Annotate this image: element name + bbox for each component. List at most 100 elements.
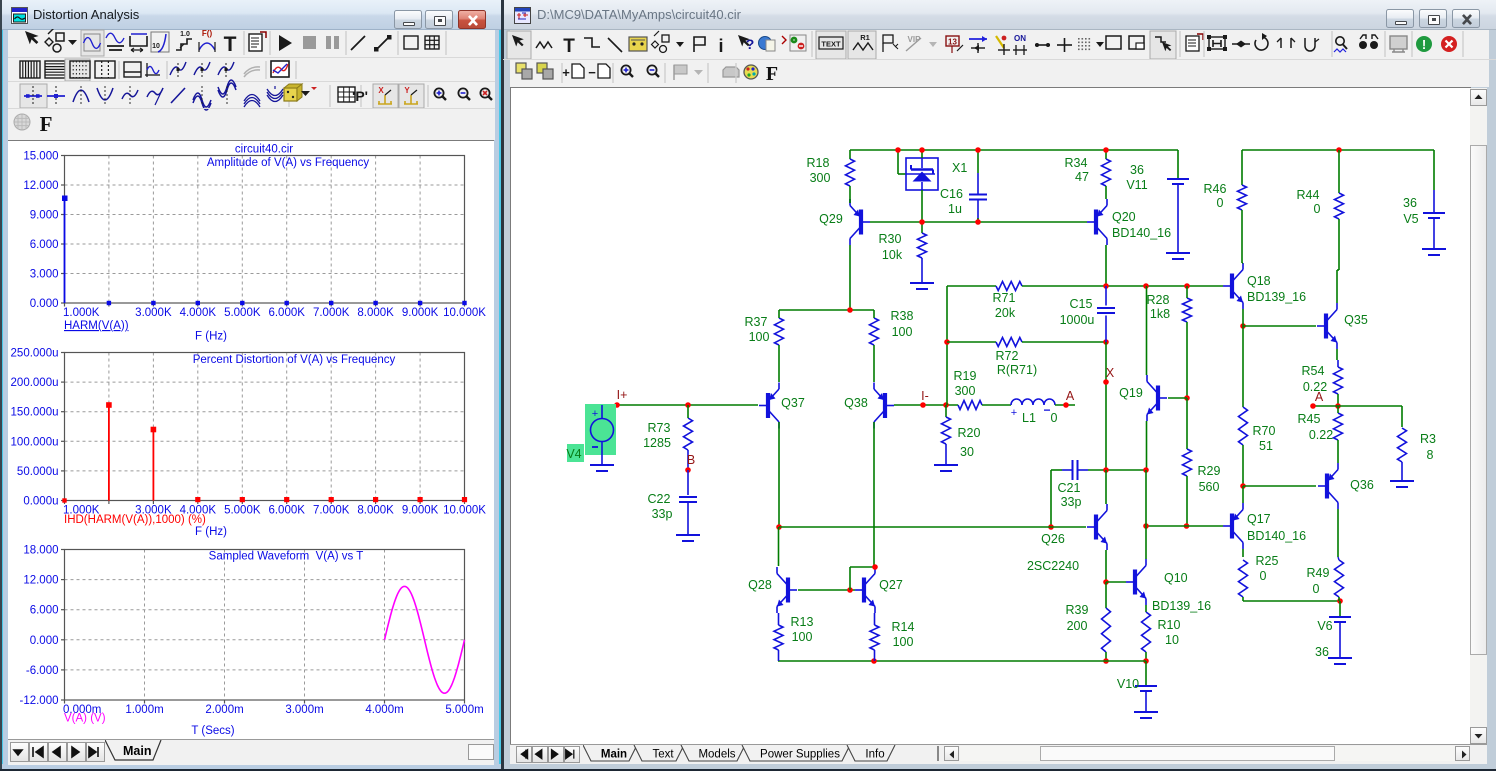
svg-text:T (Secs): T (Secs) <box>191 725 234 737</box>
svg-text:100: 100 <box>749 330 770 344</box>
svg-text:Text: Text <box>652 749 674 761</box>
svg-text:9.000K: 9.000K <box>402 505 439 517</box>
svg-text:Power Supplies: Power Supplies <box>760 749 840 761</box>
svg-text:R29: R29 <box>1198 464 1221 478</box>
svg-text:560: 560 <box>1199 480 1220 494</box>
svg-text:X: X <box>1106 366 1115 380</box>
svg-text:300: 300 <box>955 384 976 398</box>
svg-text:150.000u: 150.000u <box>11 407 59 419</box>
svg-text:12.000: 12.000 <box>23 575 58 587</box>
svg-text:36: 36 <box>1315 645 1329 659</box>
svg-text:3.000K: 3.000K <box>135 307 172 319</box>
svg-text:R38: R38 <box>891 309 914 323</box>
svg-text:R71: R71 <box>993 291 1016 305</box>
svg-text:F (Hz): F (Hz) <box>195 331 227 343</box>
svg-text:L1: L1 <box>1022 411 1036 425</box>
svg-text:47: 47 <box>1075 170 1089 184</box>
svg-text:10.000K: 10.000K <box>443 307 486 319</box>
svg-text:0: 0 <box>1217 196 1224 210</box>
svg-text:C22: C22 <box>648 492 671 506</box>
svg-text:6.000: 6.000 <box>30 239 59 251</box>
svg-text:circuit40.cir: circuit40.cir <box>235 144 293 156</box>
svg-text:F(): F() <box>202 29 213 38</box>
svg-text:1000u: 1000u <box>1060 313 1095 327</box>
svg-text:R19: R19 <box>954 369 977 383</box>
svg-text:R14: R14 <box>892 620 915 634</box>
svg-text:10: 10 <box>1165 633 1179 647</box>
svg-text:Main: Main <box>601 749 627 761</box>
svg-text:'P': 'P' <box>352 88 368 104</box>
svg-text:Percent Distortion of V(A) vs: Percent Distortion of V(A) vs Frequency <box>193 354 396 366</box>
svg-text:V5: V5 <box>1403 212 1418 226</box>
svg-text:R49: R49 <box>1307 566 1330 580</box>
svg-text:R13: R13 <box>791 615 814 629</box>
svg-text:6.000K: 6.000K <box>268 307 305 319</box>
svg-text:2SC2240: 2SC2240 <box>1027 559 1079 573</box>
svg-text:7.000K: 7.000K <box>313 505 350 517</box>
svg-text:T: T <box>563 36 575 57</box>
svg-text:1285: 1285 <box>643 436 671 450</box>
svg-text:1.0: 1.0 <box>180 31 190 38</box>
svg-text:BD140_16: BD140_16 <box>1112 226 1171 240</box>
svg-text:C15: C15 <box>1070 297 1093 311</box>
svg-text:Q35: Q35 <box>1344 313 1368 327</box>
svg-text:Q28: Q28 <box>748 578 772 592</box>
svg-text:R(R71): R(R71) <box>997 363 1037 377</box>
svg-text:R25: R25 <box>1256 554 1279 568</box>
svg-text:BD139_16: BD139_16 <box>1152 599 1211 613</box>
svg-text:0.000: 0.000 <box>30 635 59 647</box>
svg-text:Y: Y <box>404 86 410 95</box>
svg-text:F: F <box>40 112 53 136</box>
svg-text:R30: R30 <box>879 232 902 246</box>
svg-text:HARM(V(A)): HARM(V(A)) <box>64 320 129 332</box>
svg-text:5.000m: 5.000m <box>445 704 483 716</box>
svg-text:Q18: Q18 <box>1247 274 1271 288</box>
svg-text:R10: R10 <box>1158 618 1181 632</box>
svg-text:200.000u: 200.000u <box>11 377 59 389</box>
svg-text:Q29: Q29 <box>819 212 843 226</box>
svg-text:30: 30 <box>960 445 974 459</box>
svg-text:R44: R44 <box>1297 188 1320 202</box>
svg-text:1k8: 1k8 <box>1150 307 1170 321</box>
svg-text:F: F <box>766 63 778 85</box>
svg-text:!: ! <box>1422 37 1426 52</box>
svg-text:36: 36 <box>1403 196 1417 210</box>
svg-text:X1: X1 <box>952 161 967 175</box>
svg-text:Q19: Q19 <box>1119 386 1143 400</box>
svg-text:20k: 20k <box>995 306 1016 320</box>
svg-text:T: T <box>224 33 237 56</box>
svg-text:−: − <box>1043 403 1050 417</box>
svg-text:15.000: 15.000 <box>23 151 58 163</box>
svg-text:9.000: 9.000 <box>30 210 59 222</box>
svg-text:R20: R20 <box>958 426 981 440</box>
svg-text:C21: C21 <box>1058 481 1081 495</box>
svg-text:R73: R73 <box>648 421 671 435</box>
svg-text:1.000K: 1.000K <box>63 307 100 319</box>
svg-text:0.000: 0.000 <box>30 298 59 310</box>
svg-text:4.000K: 4.000K <box>180 307 217 319</box>
svg-text:0: 0 <box>1260 569 1267 583</box>
svg-text:8: 8 <box>1427 448 1434 462</box>
svg-text:R3: R3 <box>1420 432 1436 446</box>
svg-text:IHD(HARM(V(A)),1000) (%): IHD(HARM(V(A)),1000) (%) <box>64 514 206 526</box>
svg-text:51: 51 <box>1259 439 1273 453</box>
svg-text:R28: R28 <box>1147 293 1170 307</box>
svg-text:10k: 10k <box>882 248 903 262</box>
svg-text:A: A <box>1315 390 1324 404</box>
svg-text:Q36: Q36 <box>1350 478 1374 492</box>
svg-text:Amplitude of V(A) vs Frequency: Amplitude of V(A) vs Frequency <box>207 157 370 169</box>
svg-text:?: ? <box>746 36 755 52</box>
svg-text:Q38: Q38 <box>844 396 868 410</box>
svg-text:8.000K: 8.000K <box>357 307 394 319</box>
svg-text:R70: R70 <box>1253 424 1276 438</box>
svg-text:F (Hz): F (Hz) <box>195 526 227 538</box>
svg-text:100.000u: 100.000u <box>11 436 59 448</box>
svg-text:C16: C16 <box>940 187 963 201</box>
svg-text:36: 36 <box>1130 163 1144 177</box>
svg-text:+: + <box>562 65 570 80</box>
svg-text:+: + <box>1011 407 1017 419</box>
svg-text:V6: V6 <box>1317 619 1332 633</box>
svg-text:R46: R46 <box>1204 182 1227 196</box>
svg-text:33p: 33p <box>652 507 673 521</box>
svg-text:9.000K: 9.000K <box>402 307 439 319</box>
